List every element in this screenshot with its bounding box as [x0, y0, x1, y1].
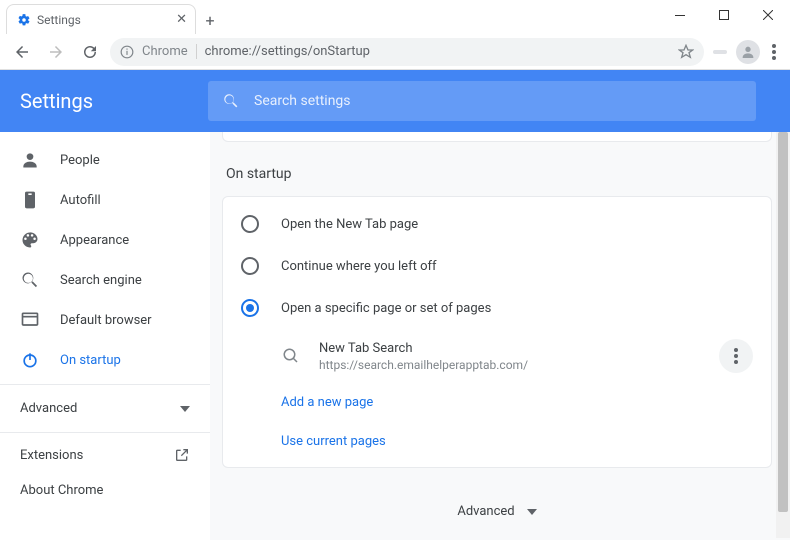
divider	[0, 384, 210, 385]
use-current-pages-link[interactable]: Use current pages	[223, 422, 771, 461]
sidebar-item-label: Autofill	[60, 193, 101, 208]
forward-button[interactable]	[42, 38, 70, 66]
tab-title: Settings	[37, 13, 81, 27]
on-startup-card: Open the New Tab page Continue where you…	[222, 196, 772, 468]
page-more-button[interactable]	[719, 339, 753, 373]
sidebar-advanced-toggle[interactable]: Advanced	[0, 389, 210, 428]
person-icon	[20, 150, 40, 170]
sidebar-item-autofill[interactable]: Autofill	[0, 180, 210, 220]
close-window-button[interactable]	[746, 0, 790, 30]
palette-icon	[20, 230, 40, 250]
browser-icon	[20, 310, 40, 330]
scrollbar-thumb[interactable]	[778, 132, 788, 512]
sidebar-item-default-browser[interactable]: Default browser	[0, 300, 210, 340]
startup-page-row: New Tab Search https://search.emailhelpe…	[223, 329, 771, 383]
sidebar-about[interactable]: About Chrome	[0, 473, 210, 508]
radio-label: Continue where you left off	[281, 259, 437, 274]
toolbar: Chrome chrome://settings/onStartup	[0, 34, 790, 70]
window-controls	[658, 0, 790, 34]
url-text: chrome://settings/onStartup	[205, 44, 370, 59]
advanced-footer-toggle[interactable]: Advanced	[222, 504, 772, 519]
menu-icon[interactable]	[766, 44, 782, 60]
star-icon[interactable]	[678, 44, 694, 60]
page-url: https://search.emailhelperapptab.com/	[319, 358, 701, 372]
window-titlebar: Settings ✕ +	[0, 0, 790, 34]
sidebar-item-search-engine[interactable]: Search engine	[0, 260, 210, 300]
sidebar-extensions[interactable]: Extensions	[0, 437, 210, 473]
sidebar-item-on-startup[interactable]: On startup	[0, 340, 210, 380]
clipboard-icon	[20, 190, 40, 210]
sidebar-item-label: Search engine	[60, 273, 142, 288]
radio-icon	[241, 257, 259, 275]
card-stub	[222, 132, 772, 142]
site-info-icon[interactable]	[120, 45, 134, 59]
url-prefix: Chrome	[142, 44, 197, 59]
scrollbar-track[interactable]	[776, 132, 790, 538]
back-button[interactable]	[8, 38, 36, 66]
maximize-button[interactable]	[702, 0, 746, 30]
reload-button[interactable]	[76, 38, 104, 66]
radio-icon	[241, 215, 259, 233]
extension-icon[interactable]	[710, 42, 730, 62]
search-placeholder: Search settings	[254, 93, 351, 109]
search-settings-input[interactable]: Search settings	[208, 81, 756, 121]
profile-avatar[interactable]	[736, 40, 760, 64]
advanced-footer-label: Advanced	[457, 504, 514, 519]
add-new-page-link[interactable]: Add a new page	[223, 383, 771, 422]
sidebar-item-label: Appearance	[60, 233, 129, 248]
radio-icon-selected	[241, 299, 259, 317]
sidebar-item-label: Default browser	[60, 313, 152, 328]
search-icon	[20, 270, 40, 290]
page-info: New Tab Search https://search.emailhelpe…	[319, 341, 701, 372]
divider	[0, 432, 210, 433]
sidebar-item-label: People	[60, 153, 100, 168]
page-name: New Tab Search	[319, 341, 701, 356]
chevron-down-icon	[180, 406, 190, 412]
section-title: On startup	[222, 166, 772, 182]
radio-label: Open a specific page or set of pages	[281, 301, 491, 316]
sidebar-about-label: About Chrome	[20, 483, 103, 498]
chevron-down-icon	[527, 509, 537, 515]
external-link-icon	[174, 447, 190, 463]
radio-continue[interactable]: Continue where you left off	[223, 245, 771, 287]
radio-new-tab[interactable]: Open the New Tab page	[223, 203, 771, 245]
address-bar[interactable]: Chrome chrome://settings/onStartup	[110, 38, 704, 66]
main-content: People Autofill Appearance Search engine…	[0, 132, 790, 540]
close-tab-icon[interactable]: ✕	[176, 12, 187, 27]
minimize-button[interactable]	[658, 0, 702, 30]
search-icon	[222, 92, 240, 110]
sidebar-item-appearance[interactable]: Appearance	[0, 220, 210, 260]
sidebar-advanced-label: Advanced	[20, 401, 77, 416]
settings-header: Settings Search settings	[0, 70, 790, 132]
search-icon	[281, 346, 301, 366]
sidebar-item-label: On startup	[60, 353, 121, 368]
page-title: Settings	[20, 89, 208, 113]
browser-tab[interactable]: Settings ✕	[6, 4, 196, 34]
sidebar-item-people[interactable]: People	[0, 140, 210, 180]
new-tab-button[interactable]: +	[196, 6, 224, 34]
radio-label: Open the New Tab page	[281, 217, 418, 232]
sidebar: People Autofill Appearance Search engine…	[0, 132, 210, 540]
power-icon	[20, 350, 40, 370]
gear-icon	[17, 13, 31, 27]
radio-specific-page[interactable]: Open a specific page or set of pages	[223, 287, 771, 329]
sidebar-extensions-label: Extensions	[20, 448, 83, 463]
settings-content: On startup Open the New Tab page Continu…	[210, 132, 790, 540]
